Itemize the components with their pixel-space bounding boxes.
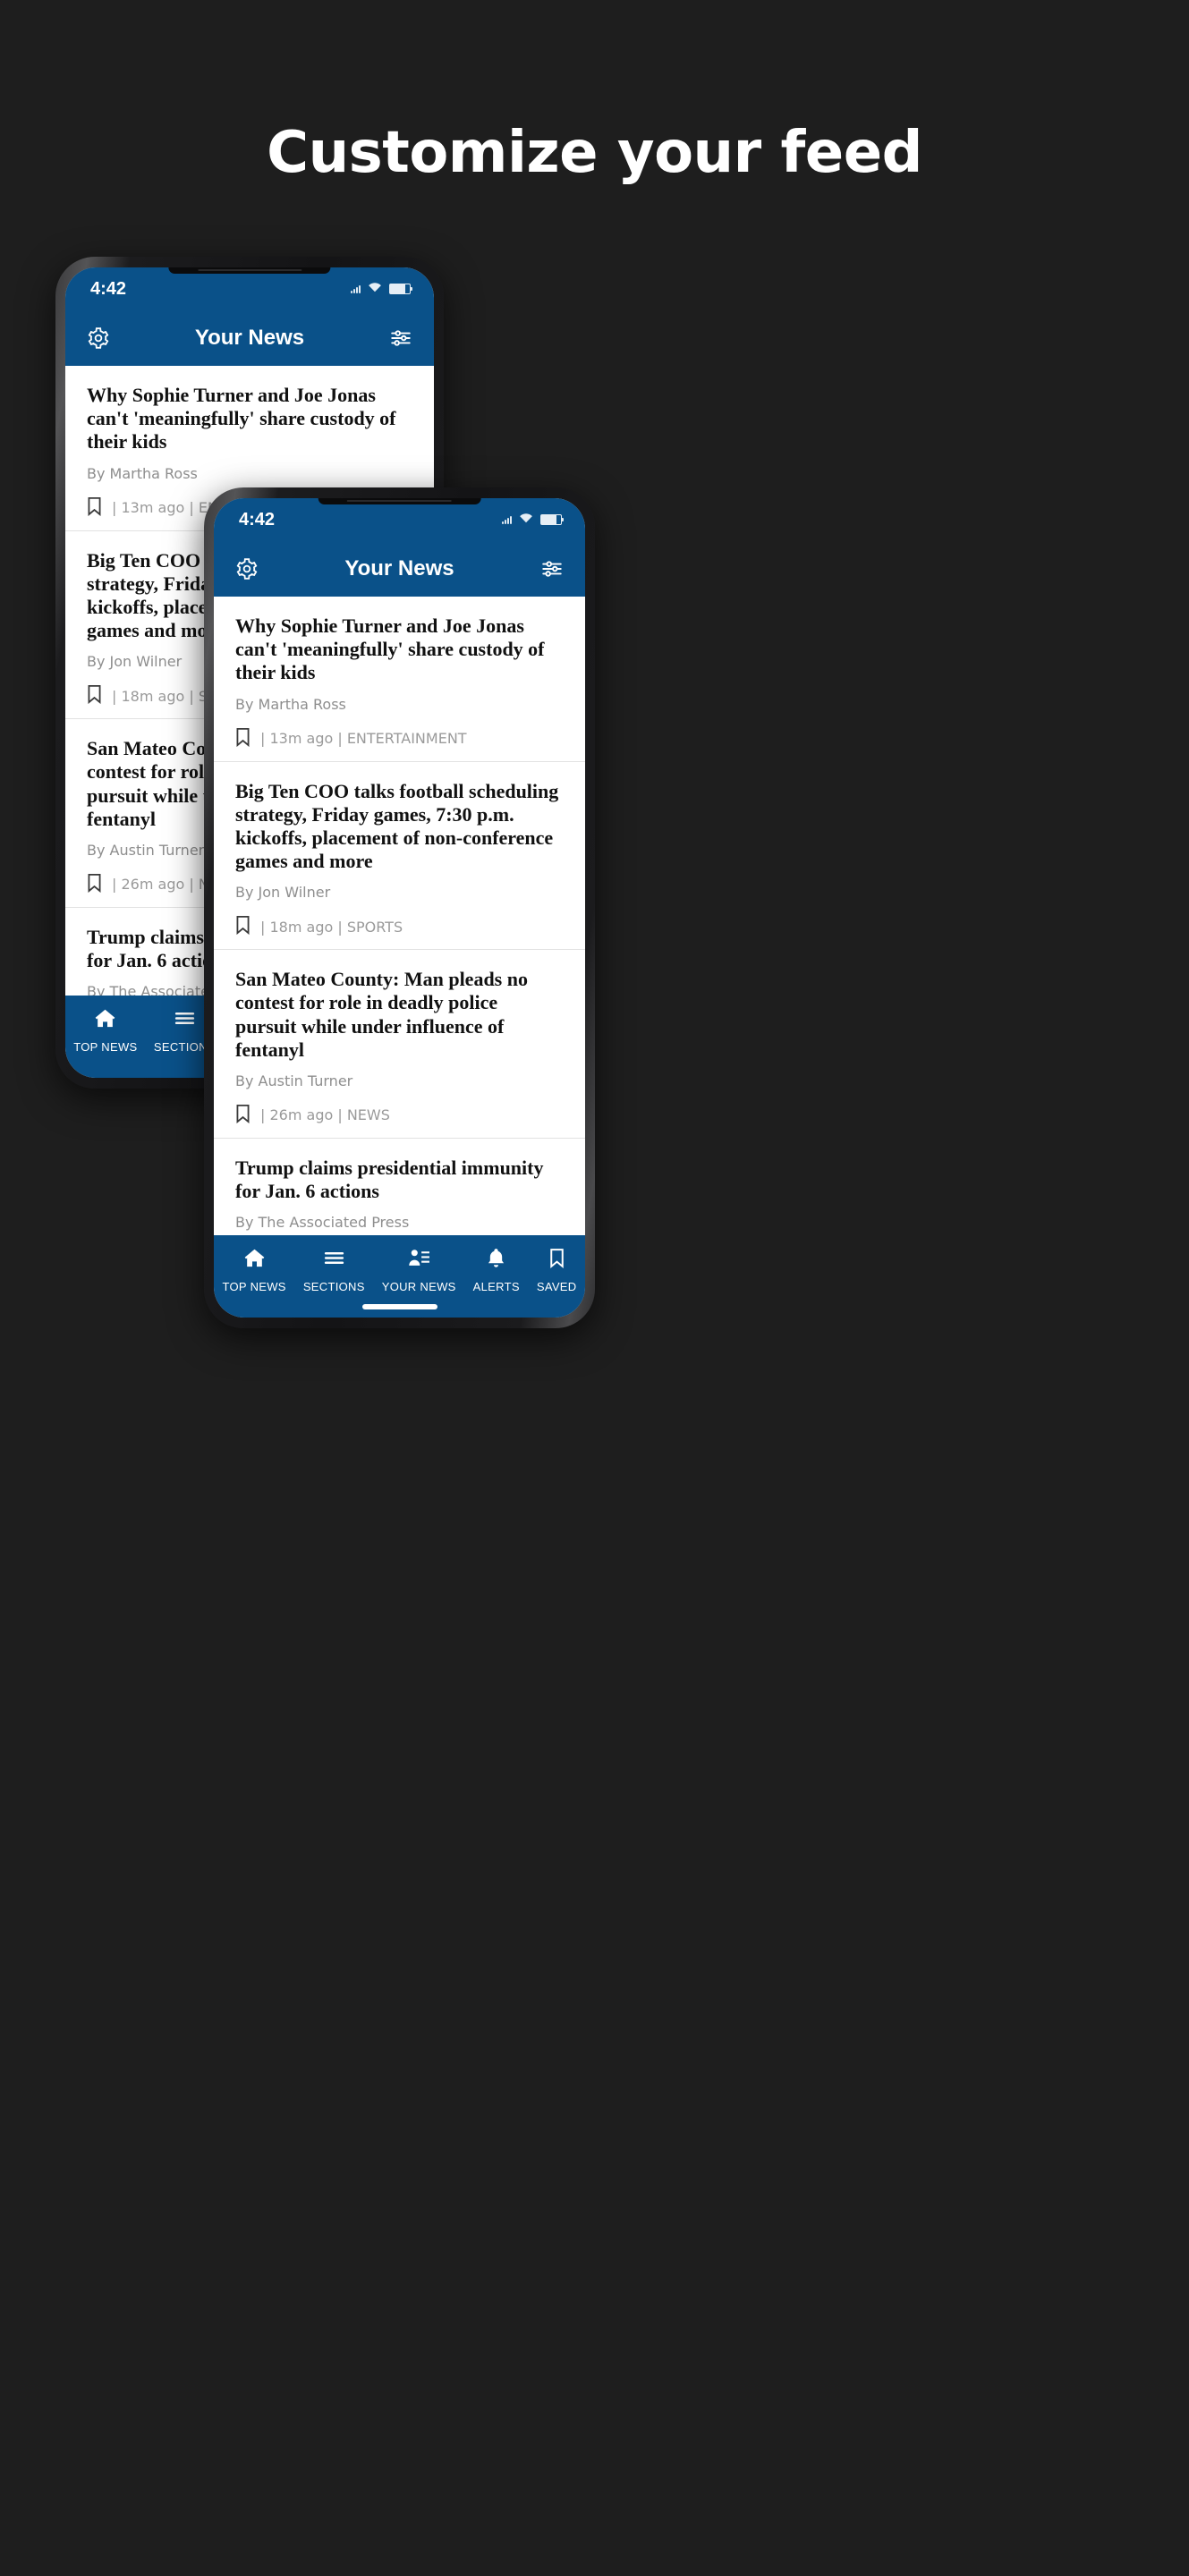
article-card[interactable]: San Mateo County: Man pleads no contest … (214, 950, 585, 1139)
nav-item-your-news[interactable]: YOUR NEWS (382, 1247, 456, 1293)
signal-icon (351, 284, 361, 293)
app-bar-title: Your News (344, 556, 454, 580)
nav-label: SECTIONS (302, 1280, 365, 1293)
gear-icon[interactable] (235, 557, 259, 580)
nav-item-saved[interactable]: SAVED (537, 1247, 577, 1293)
phone-mockup-front: 4:42 Your News Why Sophie Turner and Joe… (204, 487, 595, 1328)
bookmark-icon[interactable] (235, 727, 251, 750)
status-clock: 4:42 (90, 278, 127, 299)
bookmark-icon[interactable] (87, 684, 102, 708)
article-headline: Trump claims presidential immunity for J… (235, 1156, 544, 1203)
person-list-icon (408, 1247, 430, 1274)
sliders-icon[interactable] (389, 326, 412, 350)
status-icon-group (502, 512, 564, 528)
sliders-icon[interactable] (540, 557, 564, 580)
article-meta: | 26m ago | NEWS (235, 1104, 564, 1127)
article-headline: Why Sophie Turner and Joe Jonas can't 'm… (87, 384, 396, 453)
article-feed[interactable]: Why Sophie Turner and Joe Jonas can't 'm… (214, 597, 585, 1235)
bookmark-icon[interactable] (235, 915, 251, 938)
article-card[interactable]: Big Ten COO talks football scheduling st… (214, 761, 585, 951)
nav-item-sections[interactable]: SECTIONS (303, 1247, 365, 1293)
bookmark-icon[interactable] (87, 873, 102, 896)
article-headline: San Mateo County: Man pleads no contest … (235, 968, 528, 1061)
home-indicator (361, 1304, 437, 1309)
status-bar: 4:42 (65, 267, 434, 310)
app-bar: Your News (214, 541, 585, 597)
wifi-icon (368, 281, 382, 297)
article-headline: Big Ten COO talks football scheduling st… (235, 779, 559, 873)
article-meta-text: | 26m ago | NEWS (260, 1106, 390, 1124)
nav-item-alerts[interactable]: ALERTS (473, 1247, 520, 1293)
nav-label: TOP NEWS (73, 1040, 138, 1054)
battery-icon (389, 284, 412, 294)
article-card[interactable]: Trump claims presidential immunity for J… (214, 1138, 585, 1235)
app-bar-title: Your News (194, 326, 305, 350)
nav-item-top-news[interactable]: TOP NEWS (223, 1247, 286, 1293)
gear-icon[interactable] (87, 326, 110, 350)
article-byline: By Jon Wilner (235, 884, 331, 902)
hamburger-icon (323, 1247, 345, 1274)
article-byline: By Austin Turner (235, 1072, 353, 1089)
article-headline: Why Sophie Turner and Joe Jonas can't 'm… (235, 614, 545, 684)
bookmark-icon[interactable] (87, 496, 102, 520)
article-meta: | 18m ago | SPORTS (235, 915, 564, 938)
article-meta-text: | 18m ago | SPORTS (260, 918, 403, 936)
promo-screenshot: Customize your feed 4:42 Your News Why S… (0, 0, 1189, 2576)
status-icon-group (351, 281, 412, 297)
nav-label: SAVED (536, 1280, 577, 1293)
phone-notch (318, 498, 481, 504)
bookmark-icon[interactable] (235, 1104, 251, 1127)
nav-label: TOP NEWS (222, 1280, 286, 1293)
nav-item-top-news[interactable]: TOP NEWS (73, 1007, 137, 1054)
status-bar: 4:42 (214, 498, 585, 541)
status-clock: 4:42 (239, 509, 276, 530)
wifi-icon (519, 512, 533, 528)
nav-label: ALERTS (472, 1280, 520, 1293)
signal-icon (502, 515, 512, 524)
bookmark-icon (546, 1247, 568, 1274)
article-meta: | 13m ago | ENTERTAINMENT (235, 727, 564, 750)
bottom-navigation: TOP NEWS SECTIONS YOUR NEWS (214, 1235, 585, 1318)
article-byline: By The Associated Press (235, 1214, 410, 1232)
page-title: Customize your feed (267, 120, 922, 186)
app-bar: Your News (65, 310, 434, 366)
bell-icon (485, 1247, 507, 1274)
article-card[interactable]: Why Sophie Turner and Joe Jonas can't 'm… (214, 597, 585, 762)
hamburger-icon (174, 1007, 196, 1034)
nav-label: YOUR NEWS (381, 1280, 456, 1293)
article-meta-text: | 13m ago | ENTERTAINMENT (260, 730, 467, 748)
battery-icon (540, 514, 564, 525)
phone-notch (168, 267, 331, 274)
article-byline: By Martha Ross (235, 695, 346, 713)
home-icon (94, 1007, 116, 1034)
app-screen-front: 4:42 Your News Why Sophie Turner and Joe… (214, 498, 585, 1318)
article-byline: By Martha Ross (87, 464, 198, 482)
home-icon (243, 1247, 266, 1274)
